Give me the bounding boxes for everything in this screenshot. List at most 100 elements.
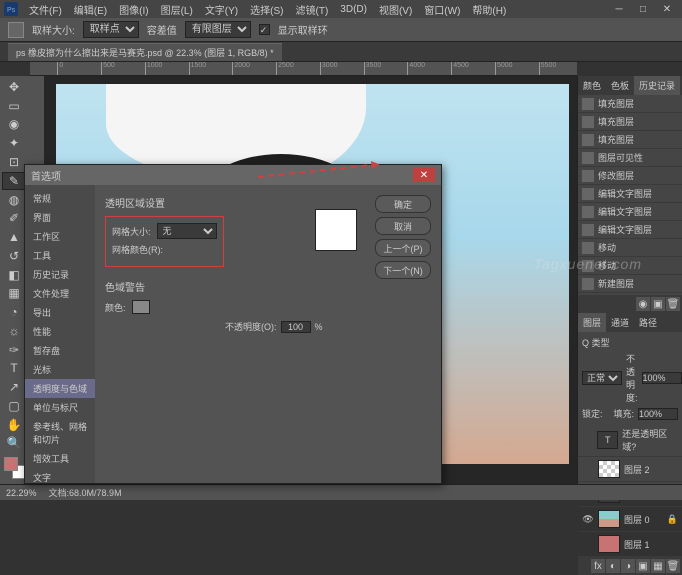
- history-item[interactable]: 移动: [578, 257, 682, 275]
- pref-category-list[interactable]: 常规 界面 工作区 工具 历史记录 文件处理 导出 性能 暂存盘 光标 透明度与…: [25, 185, 95, 483]
- path-tool[interactable]: ↗: [2, 378, 26, 396]
- pref-cat-tools[interactable]: 工具: [25, 246, 95, 265]
- marquee-tool[interactable]: ▭: [2, 97, 26, 115]
- pref-cat-scratch[interactable]: 暂存盘: [25, 341, 95, 360]
- eyedropper-icon[interactable]: [8, 22, 24, 38]
- menu-window[interactable]: 窗口(W): [419, 0, 465, 19]
- history-snapshot-icon[interactable]: ◉: [636, 297, 650, 311]
- shape-tool[interactable]: ▢: [2, 397, 26, 415]
- zoom-value[interactable]: 22.29%: [6, 488, 37, 498]
- history-item[interactable]: 新建图层: [578, 275, 682, 293]
- stamp-tool[interactable]: ▲: [2, 228, 26, 246]
- history-new-icon[interactable]: ▣: [651, 297, 665, 311]
- layer-row[interactable]: 图层 1: [578, 532, 682, 557]
- pref-cat-units[interactable]: 单位与标尺: [25, 398, 95, 417]
- tab-swatches[interactable]: 色板: [606, 76, 634, 95]
- new-layer-icon[interactable]: ▦: [651, 559, 665, 573]
- dialog-titlebar[interactable]: 首选项 ✕: [25, 165, 441, 185]
- eye-icon[interactable]: [582, 463, 594, 475]
- foreground-color[interactable]: [4, 457, 18, 471]
- eyedropper-tool[interactable]: ✎: [2, 172, 26, 190]
- dodge-tool[interactable]: ☼: [2, 322, 26, 340]
- tab-history[interactable]: 历史记录: [634, 76, 680, 95]
- type-tool[interactable]: T: [2, 359, 26, 377]
- eye-icon[interactable]: [582, 538, 594, 550]
- menu-edit[interactable]: 编辑(E): [69, 0, 112, 19]
- dialog-close-icon[interactable]: ✕: [413, 168, 435, 182]
- menu-select[interactable]: 选择(S): [245, 0, 288, 19]
- tab-layers[interactable]: 图层: [578, 313, 606, 332]
- history-item[interactable]: 移动: [578, 239, 682, 257]
- grid-size-select[interactable]: 无: [157, 223, 217, 239]
- maximize-icon[interactable]: □: [632, 2, 654, 16]
- history-item[interactable]: 填充图层: [578, 131, 682, 149]
- show-ring-checkbox[interactable]: [259, 24, 270, 35]
- close-icon[interactable]: ✕: [656, 2, 678, 16]
- blur-tool[interactable]: ◔: [2, 303, 26, 321]
- pref-cat-interface[interactable]: 界面: [25, 208, 95, 227]
- lasso-tool[interactable]: ◉: [2, 116, 26, 134]
- layer-row[interactable]: 👁图层 0🔒: [578, 507, 682, 532]
- history-item[interactable]: 填充图层: [578, 113, 682, 131]
- opacity-input[interactable]: [642, 372, 682, 384]
- pref-cat-cursors[interactable]: 光标: [25, 360, 95, 379]
- move-tool[interactable]: ✥: [2, 78, 26, 96]
- pen-tool[interactable]: ✑: [2, 341, 26, 359]
- adjustment-icon[interactable]: ◑: [621, 559, 635, 573]
- pref-cat-plugins[interactable]: 增效工具: [25, 449, 95, 468]
- tab-channels[interactable]: 通道: [606, 313, 634, 332]
- eraser-tool[interactable]: ◧: [2, 266, 26, 284]
- pref-cat-type[interactable]: 文字: [25, 468, 95, 483]
- history-list[interactable]: 填充图层 填充图层 填充图层 图层可见性 修改图层 编辑文字图层 编辑文字图层 …: [578, 95, 682, 295]
- menu-image[interactable]: 图像(I): [114, 0, 153, 19]
- history-item[interactable]: 图层可见性: [578, 149, 682, 167]
- pref-cat-guides[interactable]: 参考线、网格和切片: [25, 417, 95, 449]
- pref-cat-workspace[interactable]: 工作区: [25, 227, 95, 246]
- sample-size-select[interactable]: 取样点: [83, 21, 139, 38]
- menu-file[interactable]: 文件(F): [24, 0, 67, 19]
- pref-cat-filehandling[interactable]: 文件处理: [25, 284, 95, 303]
- eye-icon[interactable]: 👁: [582, 513, 594, 525]
- pref-cat-transparency[interactable]: 透明度与色域: [25, 379, 95, 398]
- pref-cat-general[interactable]: 常规: [25, 189, 95, 208]
- gamut-color-swatch[interactable]: [132, 300, 150, 314]
- menu-view[interactable]: 视图(V): [374, 0, 417, 19]
- history-trash-icon[interactable]: 🗑: [666, 297, 680, 311]
- hand-tool[interactable]: ✋: [2, 416, 26, 434]
- document-tab[interactable]: ps 橡皮擦为什么擦出来是马赛克.psd @ 22.3% (图层 1, RGB/…: [8, 43, 282, 61]
- eye-icon[interactable]: [582, 434, 593, 446]
- fill-input[interactable]: [638, 408, 678, 420]
- tab-paths[interactable]: 路径: [634, 313, 662, 332]
- history-item[interactable]: 修改图层: [578, 167, 682, 185]
- zoom-tool[interactable]: 🔍: [2, 434, 26, 452]
- tab-color[interactable]: 颜色: [578, 76, 606, 95]
- gamut-opacity-input[interactable]: [281, 321, 311, 333]
- history-item[interactable]: 编辑文字图层: [578, 221, 682, 239]
- pref-cat-performance[interactable]: 性能: [25, 322, 95, 341]
- layer-row[interactable]: T还是透明区域?: [578, 424, 682, 457]
- ok-button[interactable]: 确定: [375, 195, 431, 213]
- pref-cat-history[interactable]: 历史记录: [25, 265, 95, 284]
- group-icon[interactable]: ▣: [636, 559, 650, 573]
- brush-tool[interactable]: ✐: [2, 209, 26, 227]
- tolerance-select[interactable]: 有限图层: [185, 21, 251, 38]
- next-button[interactable]: 下一个(N): [375, 261, 431, 279]
- layer-row[interactable]: 图层 2: [578, 457, 682, 482]
- mask-icon[interactable]: ◐: [606, 559, 620, 573]
- menu-type[interactable]: 文字(Y): [200, 0, 243, 19]
- menu-filter[interactable]: 滤镜(T): [291, 0, 334, 19]
- menu-help[interactable]: 帮助(H): [467, 0, 511, 19]
- prev-button[interactable]: 上一个(P): [375, 239, 431, 257]
- wand-tool[interactable]: ✦: [2, 134, 26, 152]
- menu-3d[interactable]: 3D(D): [335, 2, 372, 17]
- heal-tool[interactable]: ◍: [2, 191, 26, 209]
- history-item[interactable]: 填充图层: [578, 95, 682, 113]
- pref-cat-export[interactable]: 导出: [25, 303, 95, 322]
- history-item[interactable]: 编辑文字图层: [578, 185, 682, 203]
- blend-mode-select[interactable]: 正常: [582, 371, 622, 385]
- minimize-icon[interactable]: ─: [608, 2, 630, 16]
- fx-icon[interactable]: fx: [591, 559, 605, 573]
- menu-layer[interactable]: 图层(L): [156, 0, 198, 19]
- trash-icon[interactable]: 🗑: [666, 559, 680, 573]
- cancel-button[interactable]: 取消: [375, 217, 431, 235]
